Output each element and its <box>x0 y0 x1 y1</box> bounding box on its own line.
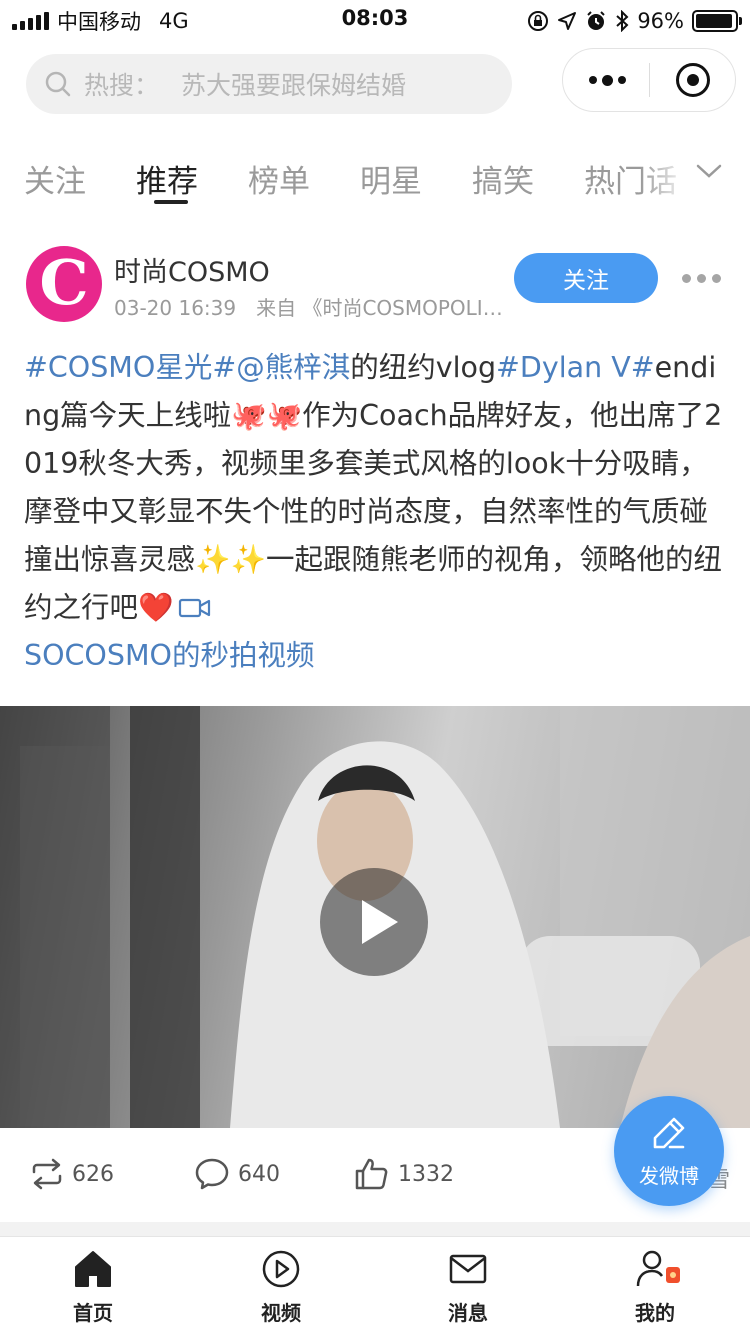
nav-profile-label: 我的 <box>635 1301 675 1325</box>
tab-expand-button[interactable] <box>690 148 730 198</box>
video-link[interactable]: SOCOSMO的秒拍视频 <box>24 639 314 672</box>
active-tab-indicator <box>154 200 188 204</box>
home-icon <box>75 1251 111 1287</box>
post-time: 03-20 16:39 <box>114 296 237 320</box>
nav-home-label: 首页 <box>73 1301 113 1325</box>
status-bar: 中国移动 4G 08:03 96% <box>0 0 750 40</box>
sticker-emoji: 🐙🐙 <box>231 399 303 432</box>
post-more-icon[interactable] <box>682 264 721 292</box>
orientation-lock-icon <box>528 11 549 31</box>
hot-search-keyword: 苏大强要跟保姆结婚 <box>181 71 407 100</box>
mini-program-capsule <box>562 48 736 112</box>
mention-link[interactable]: @熊梓淇 <box>236 351 350 384</box>
close-target-button[interactable] <box>676 63 710 97</box>
nav-messages[interactable]: 消息 <box>413 1249 523 1333</box>
battery-icon <box>692 10 742 32</box>
tab-stars[interactable]: 明星 <box>360 156 422 201</box>
channel-tabs: 关注 推荐 榜单 明星 搞笑 热门话 <box>0 148 750 212</box>
location-icon <box>558 12 577 30</box>
comment-count: 640 <box>238 1161 280 1187</box>
like-count: 1332 <box>398 1161 454 1187</box>
tab-ranking[interactable]: 榜单 <box>248 156 310 201</box>
search-icon <box>45 71 71 97</box>
post-text-segment: 的纽约vlog <box>350 351 497 384</box>
post-text: #COSMO星光#@熊梓淇的纽约vlog#Dylan V#ending篇今天上线… <box>24 344 724 680</box>
pencil-icon <box>653 1117 685 1149</box>
nav-home[interactable]: 首页 <box>38 1249 148 1333</box>
repost-count: 626 <box>72 1161 114 1187</box>
heart-emoji: ❤️ <box>138 591 174 624</box>
post-source: 来自 《时尚COSMOPOLITAN》 <box>256 296 504 320</box>
avatar-logo: C <box>39 246 89 319</box>
mail-icon <box>449 1254 487 1284</box>
battery-percent: 96% <box>637 9 684 33</box>
comment-button[interactable]: 640 <box>194 1154 280 1194</box>
tab-funny[interactable]: 搞笑 <box>472 156 534 201</box>
status-right: 96% <box>527 6 742 36</box>
hashtag-link[interactable]: #Dylan V# <box>496 351 655 384</box>
thumbs-up-icon <box>355 1158 388 1190</box>
search-placeholder: 热搜： 苏大强要跟保姆结婚 <box>84 66 406 102</box>
bottom-nav: 首页 视频 消息 我的 <box>0 1236 750 1334</box>
search-input[interactable]: 热搜： 苏大强要跟保姆结婚 <box>26 54 512 114</box>
compose-label: 发微博 <box>639 1164 699 1188</box>
sparkles-emoji: ✨✨ <box>195 543 266 576</box>
repost-icon <box>32 1158 62 1190</box>
video-play-icon <box>262 1250 300 1288</box>
like-button[interactable]: 1332 <box>354 1154 454 1194</box>
alarm-icon <box>587 11 606 30</box>
nav-video[interactable]: 视频 <box>226 1249 336 1333</box>
hot-search-prefix: 热搜： <box>84 71 160 100</box>
compose-post-button[interactable]: 发微博 <box>614 1096 724 1206</box>
video-camera-icon <box>178 598 210 618</box>
repost-button[interactable]: 626 <box>30 1154 114 1194</box>
tab-follow[interactable]: 关注 <box>24 156 86 201</box>
avatar[interactable]: C <box>26 246 102 322</box>
author-name[interactable]: 时尚COSMO <box>114 250 270 289</box>
tab-fade <box>640 148 690 204</box>
post-meta: 03-20 16:39 来自 《时尚COSMOPOLITAN》 <box>114 292 504 321</box>
play-button[interactable] <box>320 868 428 976</box>
comment-icon <box>195 1158 229 1190</box>
capsule-divider <box>649 63 650 97</box>
play-icon <box>362 900 398 944</box>
nav-profile[interactable]: 我的 <box>600 1249 710 1333</box>
notification-badge <box>666 1267 680 1283</box>
nav-video-label: 视频 <box>261 1301 301 1325</box>
nav-messages-label: 消息 <box>448 1301 488 1325</box>
follow-button[interactable]: 关注 <box>514 253 658 303</box>
chevron-down-icon <box>696 164 722 178</box>
bluetooth-icon <box>616 10 629 32</box>
more-menu-button[interactable] <box>589 49 626 111</box>
hashtag-link[interactable]: #COSMO星光# <box>24 351 236 384</box>
feed-divider <box>0 1222 750 1236</box>
tab-recommend[interactable]: 推荐 <box>136 156 198 201</box>
